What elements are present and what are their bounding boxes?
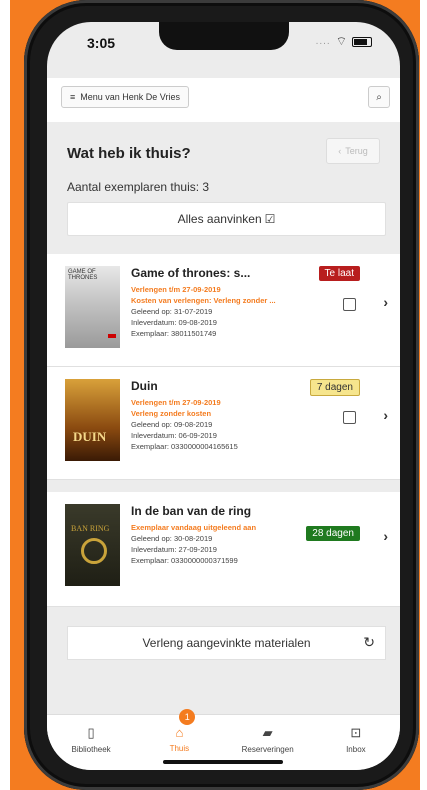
- tab-bibliotheek[interactable]: ▯ Bibliotheek: [47, 715, 135, 770]
- inbox-icon: ⊡: [350, 725, 362, 740]
- cover-decoration: [108, 334, 116, 338]
- book-item-1[interactable]: GAME OF THRONES Game of thrones: s... Ve…: [47, 254, 400, 367]
- checkbox-icon: ☑: [264, 212, 276, 226]
- check-all-button[interactable]: Alles aanvinken ☑: [67, 202, 386, 236]
- due-date: Inleverdatum: 09-08-2019: [131, 318, 217, 327]
- wifi-icon: ⌔: [335, 34, 347, 48]
- tab-label: Bibliotheek: [71, 745, 111, 754]
- home-icon: ⌂: [175, 725, 184, 740]
- battery-icon: [352, 36, 372, 47]
- book-item-3[interactable]: BAN RING In de ban van de ring Exemplaar…: [47, 492, 400, 607]
- tab-inbox[interactable]: ⊡ Inbox: [312, 715, 400, 770]
- loan-date: Geleend op: 09-08-2019: [131, 420, 213, 429]
- hamburger-icon: ≡: [70, 92, 76, 102]
- chevron-right-icon[interactable]: ›: [383, 528, 388, 544]
- due-date: Inleverdatum: 06-09-2019: [131, 431, 217, 440]
- select-checkbox[interactable]: [343, 411, 356, 424]
- copy-number: Exemplaar: 38011501749: [131, 329, 217, 338]
- book-title: Game of thrones: s...: [131, 266, 251, 280]
- cover-title: DUIN: [73, 429, 107, 444]
- book-cover: GAME OF THRONES: [65, 266, 120, 348]
- search-button[interactable]: ⌕: [368, 86, 390, 108]
- book-title: Duin: [131, 379, 158, 393]
- signal-icon: ....: [315, 36, 331, 47]
- select-checkbox[interactable]: [343, 298, 356, 311]
- renew-until: Verlengen t/m 27-09-2019: [131, 285, 221, 294]
- ring-decoration: [81, 538, 107, 564]
- copy-number: Exemplaar: 0330000000371599: [131, 556, 238, 565]
- status-icons: .... ⌔: [316, 34, 372, 49]
- status-badge: 28 dagen: [306, 526, 360, 541]
- menu-button[interactable]: ≡ Menu van Henk De Vries: [61, 86, 189, 108]
- due-date: Inleverdatum: 27-09-2019: [131, 545, 217, 554]
- book-cover: BAN RING: [65, 504, 120, 586]
- tab-label: Inbox: [346, 745, 366, 754]
- loan-date: Geleend op: 30-08-2019: [131, 534, 213, 543]
- renew-cost: Verleng zonder kosten: [131, 409, 212, 418]
- chevron-right-icon[interactable]: ›: [383, 407, 388, 423]
- tab-label: Thuis: [169, 744, 190, 753]
- copy-number: Exemplaar: 0330000004165615: [131, 442, 238, 451]
- notification-badge: 1: [179, 709, 196, 725]
- book-item-2[interactable]: DUIN Duin Verlengen t/m 27-09-2019 Verle…: [47, 367, 400, 480]
- loan-status: Exemplaar vandaag uitgeleend aan: [131, 523, 257, 532]
- app-screen: 3:05 .... ⌔ ≡ Menu van Henk De Vries ⌕ W…: [47, 22, 400, 770]
- status-badge: 7 dagen: [309, 379, 360, 396]
- tab-label: Reserveringen: [241, 745, 294, 754]
- cover-title: BAN RING: [71, 524, 110, 533]
- book-cover: DUIN: [65, 379, 120, 461]
- back-button[interactable]: ‹ Terug: [326, 138, 380, 164]
- renew-button[interactable]: Verleng aangevinkte materialen ↻: [67, 626, 386, 660]
- cover-title: GAME OF THRONES: [68, 269, 98, 281]
- bookmark-icon: ▰: [262, 725, 273, 740]
- refresh-icon: ↻: [363, 634, 375, 650]
- status-badge: Te laat: [318, 266, 360, 281]
- check-all-label: Alles aanvinken: [177, 212, 262, 226]
- home-indicator: [163, 760, 283, 764]
- renew-until: Verlengen t/m 27-09-2019: [131, 398, 221, 407]
- items-count: Aantal exemplaren thuis: 3: [67, 180, 210, 194]
- menu-label: Menu van Henk De Vries: [80, 92, 180, 102]
- book-title: In de ban van de ring: [131, 504, 252, 518]
- status-time: 3:05: [87, 35, 116, 51]
- book-icon: ▯: [87, 725, 95, 740]
- notch: [159, 22, 289, 50]
- search-icon: ⌕: [376, 91, 382, 103]
- renew-cost: Kosten van verlengen: Verleng zonder ...: [131, 296, 276, 305]
- back-label: Terug: [345, 146, 368, 156]
- app-header: ≡ Menu van Henk De Vries ⌕: [47, 78, 400, 122]
- renew-label: Verleng aangevinkte materialen: [142, 636, 311, 650]
- loan-date: Geleend op: 31-07-2019: [131, 307, 213, 316]
- page-title: Wat heb ik thuis?: [67, 145, 191, 162]
- chevron-right-icon[interactable]: ›: [383, 294, 388, 310]
- chevron-left-icon: ‹: [338, 146, 342, 156]
